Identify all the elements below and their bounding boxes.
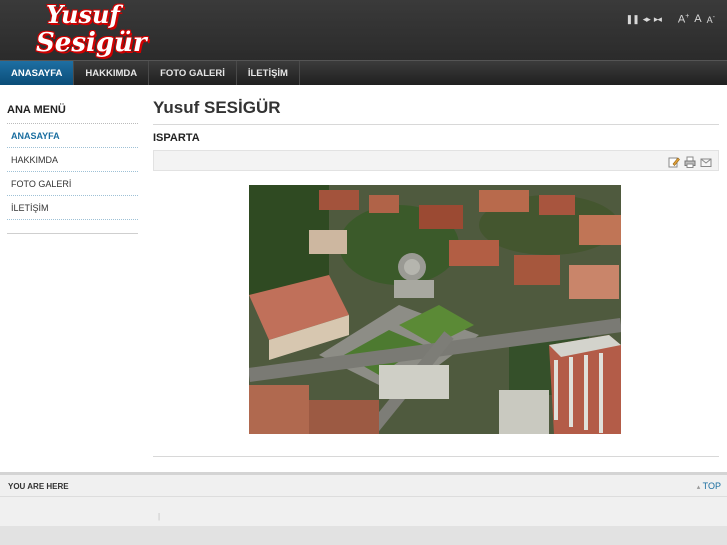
breadcrumb-label: YOU ARE HERE — [8, 482, 69, 491]
page-title: Yusuf SESİGÜR — [153, 98, 281, 117]
pause-icon[interactable]: ❚❚ — [626, 14, 640, 25]
back-to-top-link[interactable]: ▴ TOP — [697, 481, 721, 491]
footer: YOU ARE HERE ▴ TOP | — [0, 475, 727, 545]
sidebar-item-hakkimda[interactable]: HAKKIMDA — [7, 148, 138, 172]
prev-icon[interactable]: ◂▸ — [643, 14, 651, 25]
font-reset-button[interactable]: A — [694, 13, 701, 25]
nav-item-anasayfa[interactable]: ANASAYFA — [0, 61, 75, 85]
site-logo[interactable]: Yusuf Sesigür — [36, 0, 147, 60]
font-increase-mark: + — [685, 12, 690, 20]
article-toolbar — [153, 150, 719, 171]
footer-divider — [0, 496, 727, 497]
up-arrow-icon: ▴ — [696, 484, 701, 491]
print-icon[interactable] — [684, 155, 696, 168]
footer-separator: | — [158, 512, 161, 521]
back-to-top-label: TOP — [702, 481, 721, 491]
sidebar-item-foto-galeri[interactable]: FOTO GALERİ — [7, 172, 138, 196]
logo-line-1: Yusuf — [46, 0, 120, 29]
edit-icon[interactable] — [668, 155, 680, 168]
sidebar-menu: ANASAYFA HAKKIMDA FOTO GALERİ İLETİŞİM — [7, 123, 138, 220]
font-increase-button[interactable]: A+ — [678, 13, 689, 26]
title-divider — [153, 124, 719, 125]
sidebar-divider — [7, 233, 138, 234]
font-decrease-button[interactable]: A- — [707, 14, 715, 25]
isparta-aerial-photo — [249, 185, 621, 434]
main-nav: ANASAYFA HAKKIMDA FOTO GALERİ İLETİŞİM — [0, 60, 727, 85]
email-icon[interactable] — [700, 155, 712, 167]
footer-base — [0, 526, 727, 545]
font-decrease-mark: - — [712, 13, 715, 21]
sidebar-item-iletisim[interactable]: İLETİŞİM — [7, 196, 138, 220]
article-title[interactable]: ISPARTA — [153, 132, 200, 144]
sidebar-title: ANA MENÜ — [7, 104, 66, 116]
nav-item-foto-galeri[interactable]: FOTO GALERİ — [149, 61, 237, 85]
header-tools: ❚❚ ◂▸ ▸◂ A+ A A- — [622, 12, 715, 26]
nav-item-iletisim[interactable]: İLETİŞİM — [237, 61, 300, 85]
content-divider — [153, 456, 719, 457]
site-header: Yusuf Sesigür ❚❚ ◂▸ ▸◂ A+ A A- — [0, 0, 727, 60]
next-icon[interactable]: ▸◂ — [654, 14, 662, 25]
sidebar-item-anasayfa[interactable]: ANASAYFA — [7, 124, 138, 148]
logo-line-2: Sesigür — [36, 28, 147, 58]
nav-item-hakkimda[interactable]: HAKKIMDA — [74, 61, 150, 85]
article-icons — [664, 155, 712, 168]
